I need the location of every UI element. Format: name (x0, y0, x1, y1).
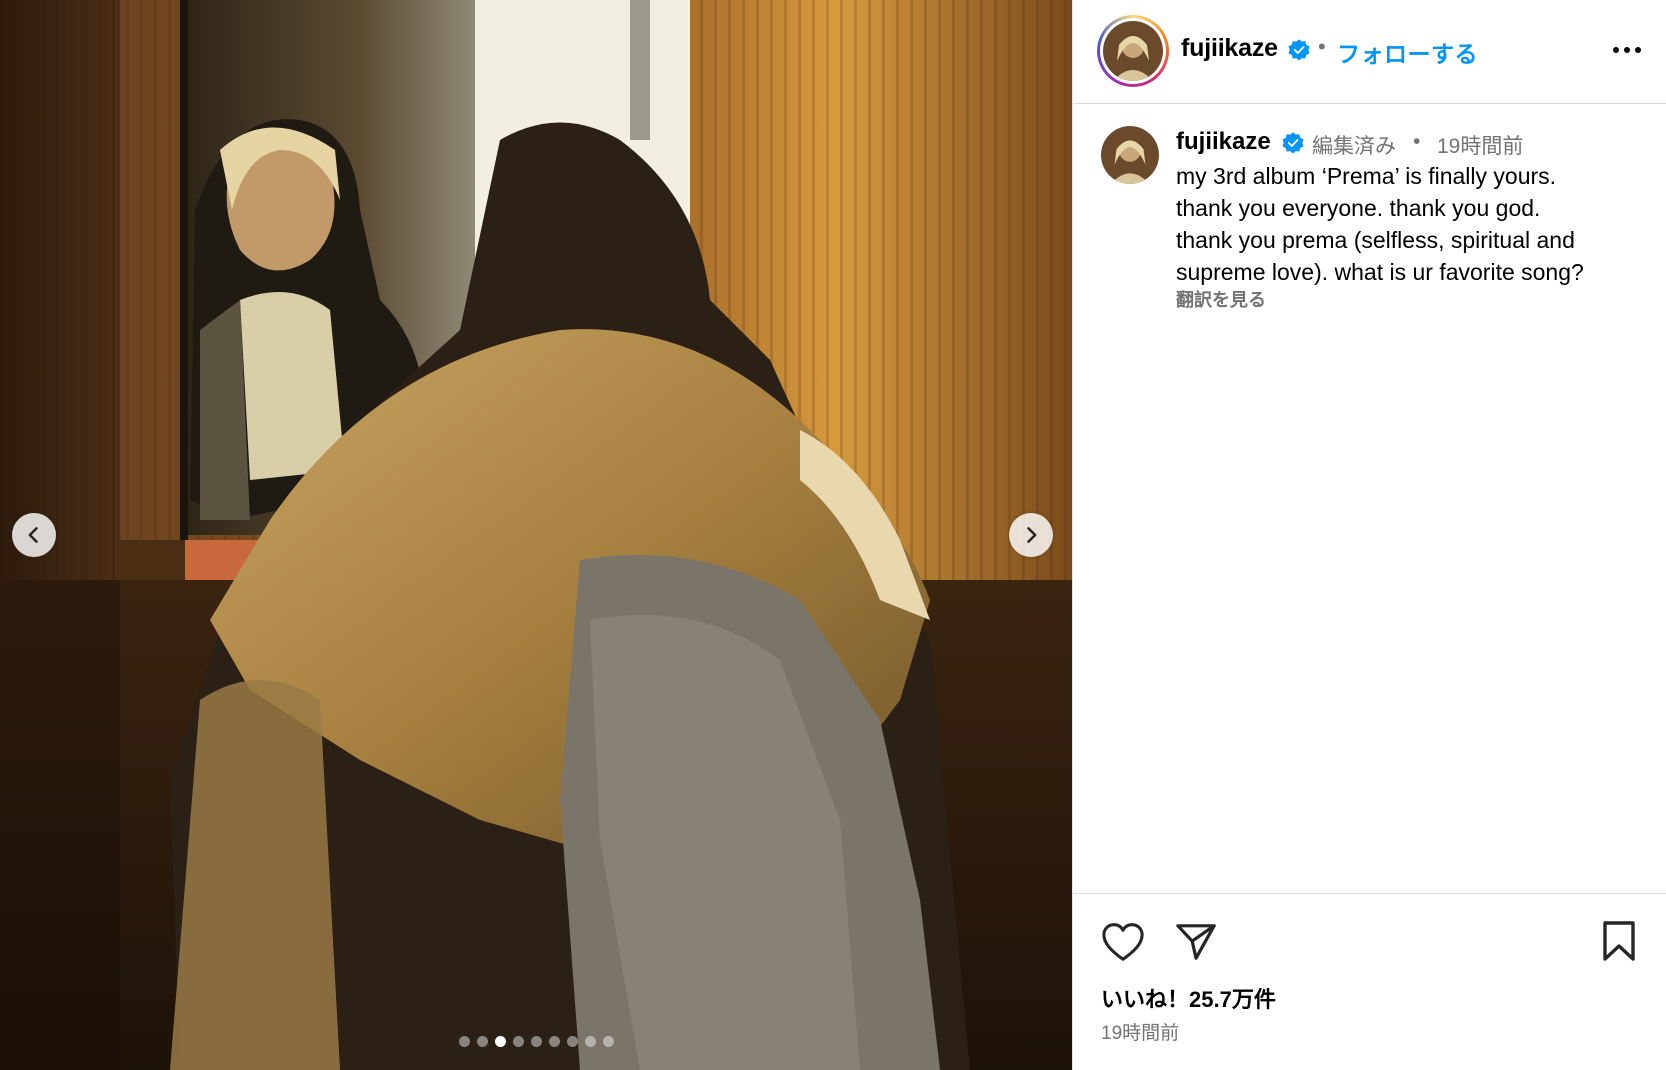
header-avatar[interactable] (1097, 15, 1169, 87)
caption-line: supreme love). what is ur favorite song? (1176, 259, 1584, 285)
carousel-prev-button[interactable] (12, 513, 56, 557)
share-button[interactable] (1175, 922, 1217, 962)
carousel-dot (476, 1036, 488, 1047)
caption-username[interactable]: fujiikaze (1176, 128, 1271, 156)
avatar-image (1101, 126, 1159, 184)
chevron-right-icon (1027, 527, 1037, 543)
paper-plane-icon (1176, 924, 1216, 960)
edited-label: 編集済み (1312, 135, 1396, 158)
carousel-indicator (0, 1036, 1072, 1047)
separator: • (1318, 34, 1326, 59)
carousel-dot (548, 1036, 560, 1047)
carousel-dot (530, 1036, 542, 1047)
carousel-dot (458, 1036, 470, 1047)
carousel-next-button[interactable] (1009, 513, 1053, 557)
post-timestamp[interactable]: 19時間前 (1101, 1018, 1179, 1045)
carousel-dot (494, 1036, 506, 1047)
see-translation-link[interactable]: 翻訳を見る (1176, 286, 1266, 312)
post-photo (0, 0, 1072, 1070)
likes-count[interactable]: いいね！25.7万件 (1101, 982, 1276, 1014)
post-media[interactable] (0, 0, 1072, 1070)
caption-text: my 3rd album ‘Prema’ is finally yours. t… (1176, 160, 1656, 288)
chevron-left-icon (28, 527, 38, 543)
post-actions: いいね！25.7万件 19時間前 (1073, 893, 1666, 1070)
heart-icon (1102, 923, 1144, 961)
caption-timestamp[interactable]: 19時間前 (1437, 130, 1523, 160)
carousel-dot (584, 1036, 596, 1047)
post-caption: fujiikaze 編集済み • 19時間前 my 3rd album ‘Pre… (1073, 104, 1666, 894)
separator: • (1413, 130, 1421, 153)
post-sidebar: fujiikaze • フォローする fujiikaze 編集済み • 19時間… (1072, 0, 1666, 1070)
bookmark-icon (1603, 921, 1635, 961)
verified-badge-icon (1282, 132, 1304, 154)
carousel-dot (512, 1036, 524, 1047)
post-header: fujiikaze • フォローする (1073, 0, 1666, 104)
carousel-dot (566, 1036, 578, 1047)
caption-line: thank you everyone. thank you god. (1176, 195, 1541, 221)
verified-badge-icon (1288, 39, 1310, 61)
save-button[interactable] (1601, 920, 1637, 962)
header-username[interactable]: fujiikaze (1181, 34, 1278, 63)
follow-button[interactable]: フォローする (1337, 35, 1478, 69)
caption-line: thank you prema (selfless, spiritual and (1176, 227, 1575, 253)
like-button[interactable] (1101, 922, 1145, 962)
carousel-dot (602, 1036, 614, 1047)
more-options-icon[interactable] (1607, 36, 1647, 64)
caption-avatar[interactable] (1101, 126, 1159, 184)
avatar-image (1103, 21, 1163, 81)
caption-line: my 3rd album ‘Prema’ is finally yours. (1176, 163, 1557, 189)
